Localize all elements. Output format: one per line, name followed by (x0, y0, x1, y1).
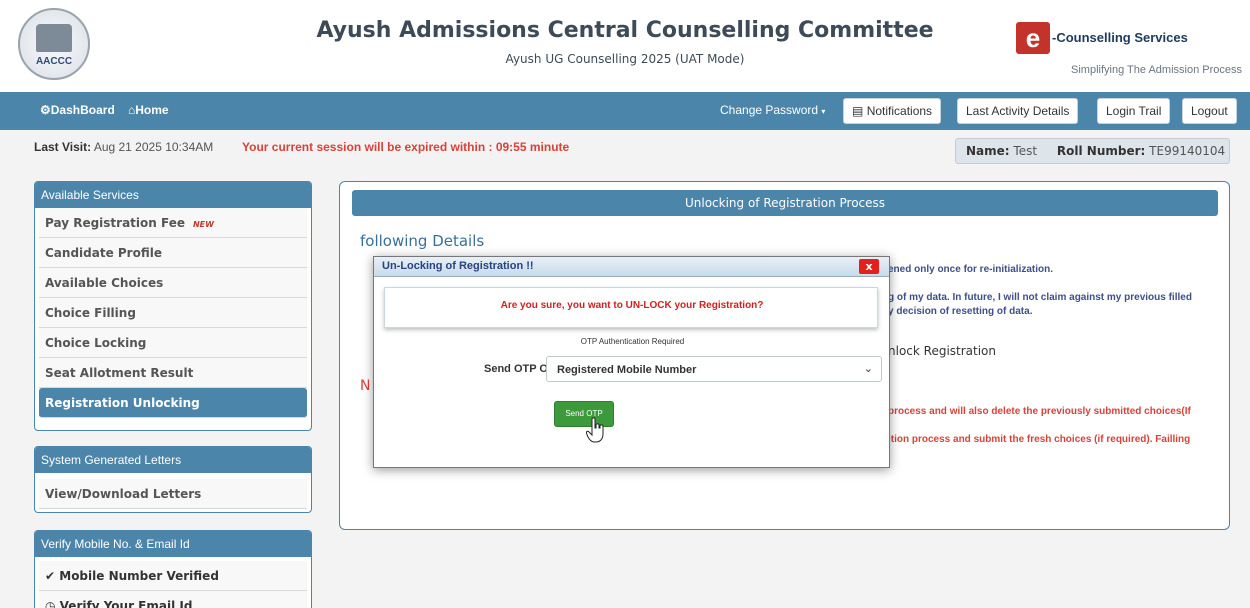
sidebar-item-mobile-verified[interactable]: ✔ Mobile Number Verified (39, 561, 307, 591)
top-navbar: ⚙DashBoard ⌂Home Change Password ▾ ▤ Not… (0, 92, 1250, 130)
verify-panel: Verify Mobile No. & Email Id ✔ Mobile Nu… (34, 530, 312, 608)
sidebar-item-choice-filling[interactable]: Choice Filling (39, 298, 307, 328)
last-activity-button[interactable]: Last Activity Details (957, 98, 1079, 124)
session-expiry-message: Your current session will be expired wit… (242, 140, 570, 154)
change-password-label: Change Password (720, 103, 819, 117)
letters-panel-title: System Generated Letters (35, 447, 311, 473)
last-visit: Last Visit: Aug 21 2025 10:34AM (34, 140, 213, 154)
close-icon[interactable]: x (859, 259, 879, 274)
unlocking-panel-title: Unlocking of Registration Process (352, 190, 1218, 216)
note-line-2: ition process and submit the fresh choic… (888, 434, 1191, 445)
ecounselling-title: -Counselling Services (1052, 30, 1188, 45)
sidebar-item-verify-email[interactable]: ◷ Verify Your Email Id (39, 591, 307, 608)
confirm-message-box: Are you sure, you want to UN-LOCK your R… (384, 287, 878, 328)
sidebar-item-label: Mobile Number Verified (59, 569, 219, 583)
check-circle-icon: ✔ (45, 569, 56, 583)
sidebar-item-choice-locking[interactable]: Choice Locking (39, 328, 307, 358)
otp-required-label: OTP Authentication Required (580, 337, 685, 346)
notifications-label: Notifications (866, 104, 933, 118)
sidebar-item-available-choices[interactable]: Available Choices (39, 268, 307, 298)
ecounselling-tagline: Simplifying The Admission Process (1071, 64, 1242, 76)
roll-label: Roll Number: (1056, 144, 1146, 158)
modal-header: Un-Locking of Registration !! x (374, 257, 889, 277)
notifications-icon: ▤ (852, 104, 864, 118)
notifications-button[interactable]: ▤ Notifications (843, 98, 942, 124)
sidebar-item-label: Pay Registration Fee (45, 216, 185, 230)
services-panel-title: Available Services (35, 182, 311, 208)
caret-down-icon: ▾ (821, 107, 826, 116)
hand-pointer-icon (586, 417, 604, 443)
logout-button[interactable]: Logout (1182, 98, 1237, 124)
modal-title: Un-Locking of Registration !! (382, 260, 534, 272)
nav-dashboard-label: DashBoard (50, 103, 115, 117)
nav-dashboard[interactable]: ⚙DashBoard (40, 103, 115, 117)
note-heading: N (360, 378, 371, 394)
sidebar-item-pay-registration-fee[interactable]: Pay Registration Fee NEW (39, 208, 307, 238)
sidebar-item-label: Verify Your Email Id (59, 599, 193, 608)
last-visit-value: Aug 21 2025 10:34AM (93, 140, 214, 154)
roll-value: TE99140104 (1149, 144, 1226, 158)
detail-line-2b: y decision of resetting of data. (888, 306, 1033, 317)
chevron-down-icon: ⌄ (863, 362, 873, 375)
change-password-dropdown[interactable]: Change Password ▾ (720, 103, 825, 117)
letters-panel: System Generated Letters View/Download L… (34, 446, 312, 513)
detail-line-2a: g of my data. In future, I will not clai… (888, 292, 1192, 303)
unlock-confirm-modal: Un-Locking of Registration !! x Are you … (373, 256, 890, 468)
login-trail-button[interactable]: Login Trail (1097, 98, 1171, 124)
services-panel: Available Services Pay Registration Fee N… (34, 181, 312, 431)
nav-home-label: Home (135, 103, 169, 117)
site-header: AACCC Ayush Admissions Central Counselli… (0, 0, 1250, 92)
confirm-message: Are you sure, you want to UN-LOCK your R… (500, 300, 764, 311)
ecounselling-logo-icon: e (1016, 22, 1050, 54)
sidebar-item-seat-allotment-result[interactable]: Seat Allotment Result (39, 358, 307, 388)
dashboard-icon: ⚙ (40, 103, 51, 117)
send-otp-on-select[interactable]: Registered Mobile Number ⌄ (546, 356, 882, 382)
following-details-heading: following Details (360, 232, 485, 250)
new-badge: NEW (192, 220, 214, 229)
send-otp-on-value: Registered Mobile Number (557, 364, 697, 376)
sidebar-item-registration-unlocking[interactable]: Registration Unlocking (39, 388, 307, 418)
nav-home[interactable]: ⌂Home (128, 103, 169, 117)
verify-panel-title: Verify Mobile No. & Email Id (35, 531, 311, 557)
detail-line-1: ened only once for re-initialization. (888, 264, 1054, 275)
sidebar-item-view-download-letters[interactable]: View/Download Letters (39, 479, 307, 509)
unlock-registration-text: nlock Registration (888, 344, 997, 358)
sidebar-item-candidate-profile[interactable]: Candidate Profile (39, 238, 307, 268)
note-line-1: process and will also delete the previou… (888, 406, 1191, 417)
name-label: Name: (966, 144, 1010, 158)
clock-icon: ◷ (45, 599, 56, 608)
last-visit-label: Last Visit: (34, 140, 92, 154)
candidate-info-box: Name: Test Roll Number: TE99140104 (955, 138, 1230, 164)
name-value: Test (1013, 144, 1038, 158)
